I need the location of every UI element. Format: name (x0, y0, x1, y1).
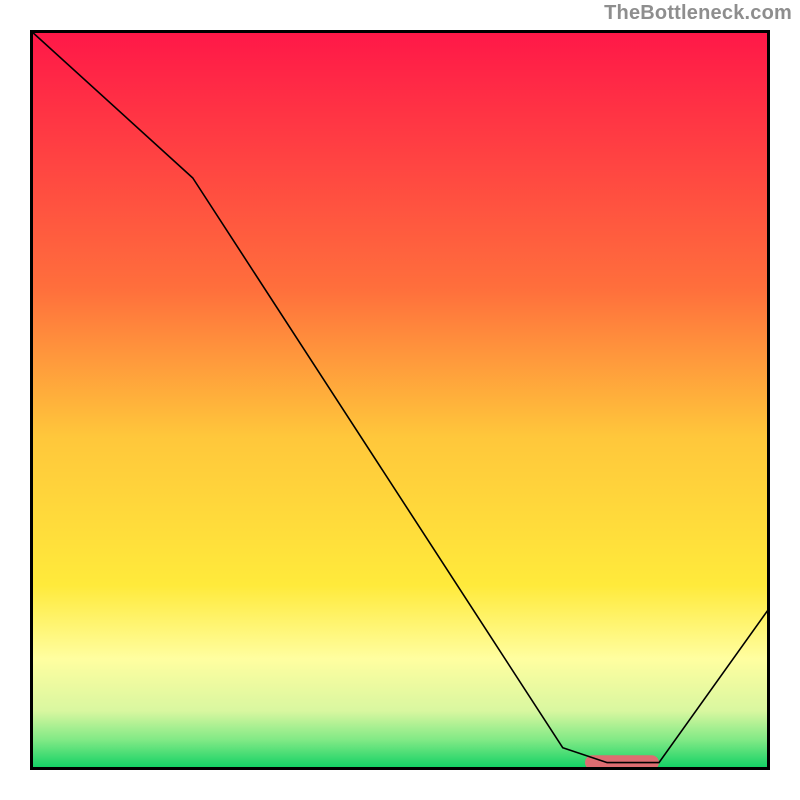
plot-area (30, 30, 770, 770)
chart-svg (30, 30, 770, 770)
watermark-label: TheBottleneck.com (604, 2, 792, 25)
chart-stage: TheBottleneck.com (0, 0, 800, 800)
gradient-bg (30, 30, 770, 770)
